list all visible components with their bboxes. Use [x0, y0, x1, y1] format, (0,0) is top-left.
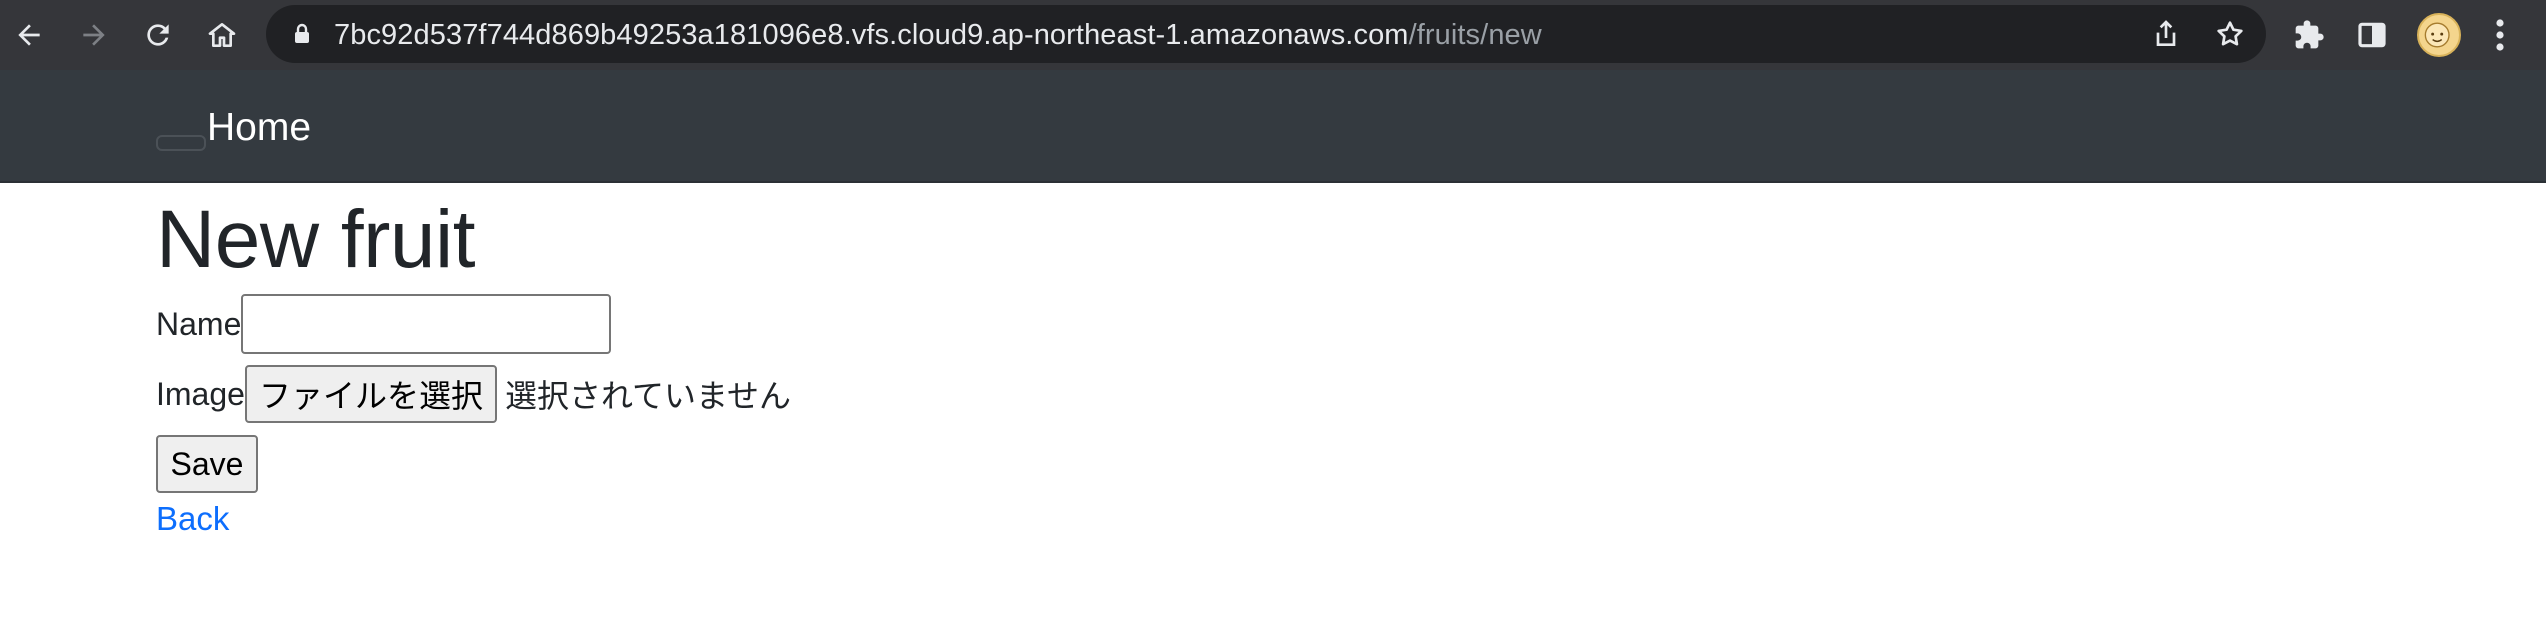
forward-arrow-icon[interactable] — [70, 11, 118, 59]
more-menu-icon[interactable] — [2492, 17, 2508, 53]
address-bar[interactable]: 7bc92d537f744d869b49253a181096e8.vfs.clo… — [266, 5, 2266, 63]
lock-icon[interactable] — [290, 22, 314, 46]
name-input[interactable] — [241, 294, 612, 354]
url-path: /fruits/new — [1408, 19, 1542, 51]
name-label: Name — [156, 305, 242, 342]
navbar-toggler-button[interactable] — [156, 135, 206, 151]
back-link[interactable]: Back — [156, 500, 229, 538]
extensions-icon[interactable] — [2293, 19, 2325, 51]
file-status-text: 選択されていません — [504, 377, 792, 415]
avatar[interactable] — [2417, 13, 2461, 57]
image-label: Image — [156, 375, 245, 412]
image-field-row: Image ファイルを選択 選択されていません — [156, 365, 791, 423]
reload-icon[interactable] — [134, 11, 182, 59]
name-field-row: Name — [156, 294, 612, 354]
home-icon[interactable] — [198, 11, 246, 59]
back-arrow-icon[interactable] — [5, 11, 53, 59]
choose-file-button[interactable]: ファイルを選択 — [244, 365, 497, 423]
url-host: 7bc92d537f744d869b49253a181096e8.vfs.clo… — [334, 19, 1409, 51]
share-icon[interactable] — [2150, 18, 2182, 50]
page-title: New fruit — [156, 194, 476, 285]
star-icon[interactable] — [2214, 18, 2246, 50]
avatar-face-icon — [2424, 22, 2450, 48]
browser-toolbar: 7bc92d537f744d869b49253a181096e8.vfs.clo… — [0, 0, 2546, 70]
side-panel-icon[interactable] — [2356, 19, 2388, 51]
navbar-brand-home-link[interactable]: Home — [207, 106, 311, 150]
url-text[interactable]: 7bc92d537f744d869b49253a181096e8.vfs.clo… — [334, 19, 1542, 52]
save-button[interactable]: Save — [156, 435, 258, 493]
app-navbar: Home — [0, 70, 2546, 183]
